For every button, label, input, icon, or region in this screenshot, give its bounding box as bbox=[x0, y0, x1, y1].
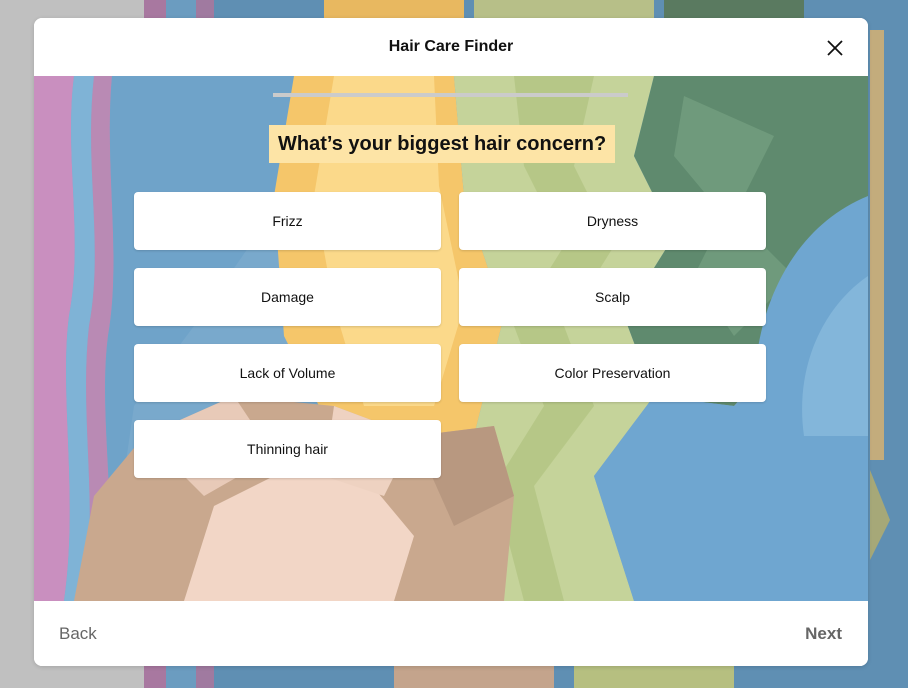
option-color-preservation[interactable]: Color Preservation bbox=[459, 344, 766, 402]
question-heading: What’s your biggest hair concern? bbox=[269, 125, 616, 163]
modal-title: Hair Care Finder bbox=[388, 38, 514, 55]
option-lack-of-volume[interactable]: Lack of Volume bbox=[134, 344, 441, 402]
option-dryness[interactable]: Dryness bbox=[459, 192, 766, 250]
close-icon bbox=[827, 40, 843, 56]
close-button[interactable] bbox=[824, 37, 846, 59]
option-thinning-hair[interactable]: Thinning hair bbox=[134, 420, 441, 478]
next-button[interactable]: Next bbox=[805, 624, 842, 644]
option-scalp[interactable]: Scalp bbox=[459, 268, 766, 326]
modal-footer: Back Next bbox=[34, 601, 868, 666]
modal-header: Hair Care Finder bbox=[34, 18, 868, 76]
hair-care-finder-modal: Hair Care Finder What’s your biggest hai… bbox=[34, 18, 868, 666]
option-damage[interactable]: Damage bbox=[134, 268, 441, 326]
option-frizz[interactable]: Frizz bbox=[134, 192, 441, 250]
quiz-body: What’s your biggest hair concern? Frizz … bbox=[34, 76, 868, 601]
quiz-progress-bar bbox=[273, 93, 628, 97]
back-button[interactable]: Back bbox=[59, 624, 97, 644]
